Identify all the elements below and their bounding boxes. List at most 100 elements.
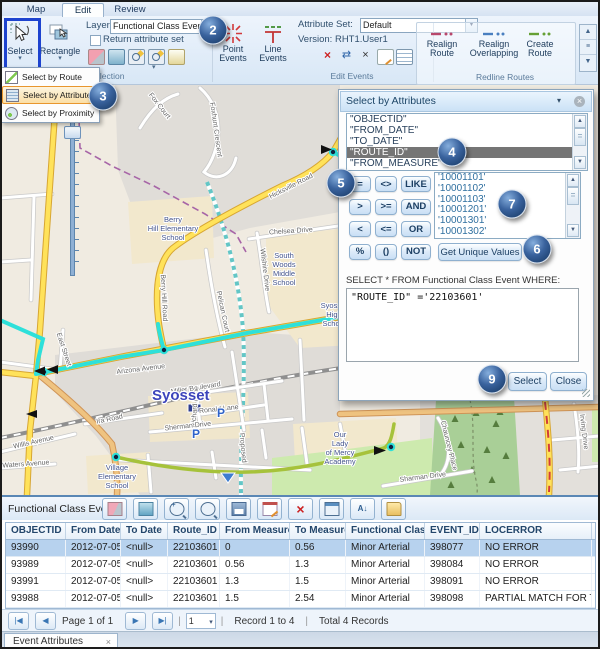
pan-to-selection-button[interactable] — [195, 498, 220, 520]
ribbon-scrollbar[interactable]: ▲ ≡ ▼ — [579, 24, 597, 72]
save-button[interactable] — [226, 498, 251, 520]
zoom-selection-icon[interactable] — [128, 49, 145, 65]
operator-button[interactable]: LIKE — [401, 176, 431, 192]
dialog-header[interactable]: Select by Attributes — [340, 91, 592, 112]
copy-attributes-icon[interactable] — [168, 49, 185, 65]
return-attribute-set-checkbox[interactable] — [90, 35, 101, 46]
table-row[interactable]: 939892012-07-05<null>221036010.561.3Mino… — [6, 557, 595, 574]
operator-button[interactable]: () — [375, 244, 397, 260]
operator-button[interactable]: >= — [375, 199, 397, 215]
column-header-route_id[interactable]: Route_ID — [168, 523, 220, 539]
tab-event-attributes[interactable]: Event Attributes — [4, 633, 118, 649]
tab-map[interactable]: Map — [14, 3, 58, 16]
edit-attributes-icon[interactable] — [377, 49, 394, 65]
scroll-down-icon[interactable]: ▼ — [574, 156, 586, 169]
table-row[interactable]: 939882012-07-05<null>221036011.52.54Mino… — [6, 591, 595, 608]
column-header-functional-class[interactable]: Functional Class — [346, 523, 425, 539]
table-row[interactable]: 939912012-07-05<null>221036011.31.5Minor… — [6, 574, 595, 591]
clear-selection-icon[interactable] — [88, 49, 105, 65]
column-header-locerror[interactable]: LOCERROR — [480, 523, 592, 539]
export-button[interactable] — [381, 498, 406, 520]
scroll-up-icon[interactable]: ▲ — [574, 115, 586, 128]
switch-selection-button[interactable] — [133, 498, 158, 520]
next-page-button[interactable] — [125, 612, 146, 630]
realign-route-button[interactable]: Realign Route — [416, 28, 468, 58]
sort-button[interactable] — [350, 498, 375, 520]
scroll-down-icon[interactable]: ▼ — [567, 224, 579, 237]
last-page-button[interactable] — [152, 612, 173, 630]
scroll-down-icon[interactable]: ▼ — [580, 55, 596, 69]
route-vertex[interactable] — [388, 444, 394, 450]
operator-button[interactable]: % — [349, 244, 371, 260]
menu-item-select-by-attributes[interactable]: Select by Attributes — [2, 86, 99, 104]
page-number-combo[interactable]: 1 — [186, 613, 216, 629]
dialog-select-button[interactable]: Select — [508, 372, 547, 391]
realign-overlapping-button[interactable]: Realign Overlapping — [466, 28, 522, 58]
map-label: School — [273, 278, 296, 287]
operator-button[interactable]: > — [349, 199, 371, 215]
zoom-slider-handle[interactable] — [64, 126, 81, 139]
operator-button[interactable]: AND — [401, 199, 431, 215]
column-header-to-measure[interactable]: To Measure — [290, 523, 346, 539]
rectangle-dropdown-caret[interactable]: ▾ — [58, 56, 62, 62]
attribute-editor-button[interactable] — [257, 498, 282, 520]
scroll-thumb[interactable] — [567, 187, 579, 205]
attr-icon — [6, 89, 19, 102]
menu-item-select-by-proximity[interactable]: Select by Proximity — [2, 104, 99, 122]
selection-more-caret[interactable]: ▾ — [152, 65, 156, 71]
remove-event-icon[interactable] — [320, 49, 335, 63]
fields-listbox[interactable]: "OBJECTID""FROM_DATE""TO_DATE""ROUTE_ID"… — [346, 113, 588, 171]
zoom-to-selection-button[interactable] — [164, 498, 189, 520]
get-unique-values-button[interactable]: Get Unique Values — [438, 243, 522, 261]
selection-table-icon[interactable] — [108, 49, 125, 65]
first-page-button[interactable] — [8, 612, 29, 630]
scroll-up-icon[interactable]: ▲ — [567, 174, 579, 187]
create-route-button[interactable]: Create Route — [518, 28, 562, 58]
tab-close-icon[interactable] — [106, 634, 111, 649]
split-event-icon[interactable] — [339, 49, 354, 63]
operator-button[interactable]: <= — [375, 221, 397, 237]
dialog-dropdown-icon[interactable] — [553, 92, 565, 110]
column-header-event_id[interactable]: EVENT_ID — [425, 523, 480, 539]
where-clause-textarea[interactable]: "ROUTE_ID" ='22103601' — [346, 288, 579, 362]
merge-event-icon[interactable] — [358, 49, 373, 63]
table-cell: 93988 — [6, 591, 66, 607]
route-vertex[interactable] — [161, 347, 167, 353]
column-header-to-date[interactable]: To Date — [121, 523, 168, 539]
tab-review[interactable]: Review — [106, 3, 154, 16]
dialog-close-icon[interactable] — [574, 96, 585, 107]
field-item[interactable]: "ROUTE_ID" — [347, 147, 587, 158]
fields-scrollbar[interactable]: ▲ ▼ — [572, 114, 587, 170]
operator-button[interactable]: <> — [375, 176, 397, 192]
scroll-thumb[interactable]: ≡ — [580, 40, 596, 55]
scroll-up-icon[interactable]: ▲ — [580, 25, 596, 40]
line-events-button[interactable]: Line Events — [254, 23, 292, 63]
values-scrollbar[interactable]: ▲ ▼ — [565, 173, 580, 238]
rectangle-button[interactable]: Rectangle ▾ — [38, 21, 82, 62]
related-records-button[interactable] — [319, 498, 344, 520]
tab-edit[interactable]: Edit — [62, 3, 104, 17]
column-header-from-date[interactable]: From Date — [66, 523, 121, 539]
field-item[interactable]: "OBJECTID" — [347, 114, 587, 125]
route-vertex[interactable] — [113, 454, 119, 460]
field-item[interactable]: "TO_DATE" — [347, 136, 587, 147]
event-table-icon[interactable] — [396, 49, 413, 65]
dialog-resize-grip[interactable] — [582, 389, 590, 397]
pan-selection-icon[interactable] — [148, 49, 165, 65]
map-zoom-slider[interactable] — [64, 114, 78, 274]
delete-button[interactable] — [288, 498, 313, 520]
value-item[interactable]: '10001302' — [435, 227, 580, 238]
previous-page-button[interactable] — [35, 612, 56, 630]
operator-button[interactable]: < — [349, 221, 371, 237]
menu-item-select-by-route[interactable]: Select by Route — [2, 68, 99, 86]
table-cell: PARTIAL MATCH FOR THE TO- — [480, 591, 592, 607]
clear-selection-button[interactable] — [102, 498, 127, 520]
field-item[interactable]: "FROM_DATE" — [347, 125, 587, 136]
column-header-objectid[interactable]: OBJECTID — [6, 523, 66, 539]
column-header-from-measure[interactable]: From Measure — [220, 523, 290, 539]
scroll-thumb[interactable] — [574, 128, 586, 146]
operator-button[interactable]: NOT — [401, 244, 431, 260]
operator-button[interactable]: OR — [401, 221, 431, 237]
table-row[interactable]: 939902012-07-05<null>2210360100.56Minor … — [6, 540, 595, 557]
field-item[interactable]: "FROM_MEASURE" — [347, 158, 587, 169]
